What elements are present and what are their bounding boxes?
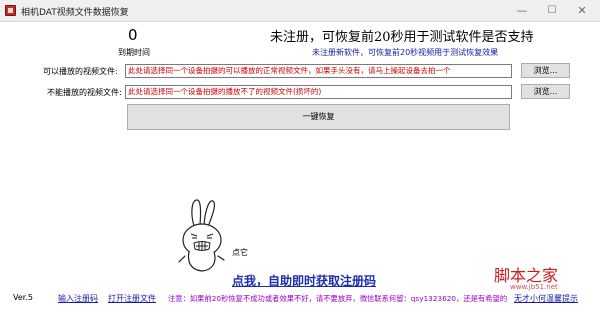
- mascot-caption: 点它: [232, 248, 248, 257]
- recovery-warning: 注意：如果前20秒恢复不成功或者效果不好，请不要放弃，微信联系何留：qsy132…: [168, 294, 508, 303]
- version-label: Ver.5: [13, 293, 33, 302]
- counter-value: 0: [128, 26, 138, 44]
- watermark-url: www.jb51.net: [510, 283, 558, 291]
- title-bar: 相机DAT视频文件数据恢复 — ☐ ✕: [0, 0, 600, 22]
- enter-code-link[interactable]: 输入注册码: [58, 293, 98, 304]
- app-icon: [5, 5, 16, 16]
- minimize-button[interactable]: —: [508, 0, 536, 22]
- playable-file-input[interactable]: 此处请选择同一个设备拍摄的可以播放的正常视频文件，如果手头没有，请马上操起设备去…: [125, 64, 512, 78]
- one-click-recover-button[interactable]: 一键恢复: [127, 104, 510, 130]
- get-registration-code-link[interactable]: 点我，自助即时获取注册码: [232, 272, 376, 289]
- close-button[interactable]: ✕: [568, 0, 596, 22]
- open-registration-file-link[interactable]: 打开注册文件: [108, 293, 156, 304]
- unplayable-file-label: 不能播放的视频文件:: [47, 88, 122, 97]
- unplayable-browse-button[interactable]: 浏览...: [521, 84, 570, 99]
- registration-headline: 未注册，可恢复前20秒用于测试软件是否支持: [270, 30, 534, 45]
- playable-browse-button[interactable]: 浏览...: [521, 63, 570, 78]
- unplayable-file-input[interactable]: 此处请选择同一个设备拍摄的播放不了的视频文件(损坏的): [125, 85, 512, 99]
- playable-file-label: 可以播放的视频文件:: [43, 67, 118, 76]
- countdown-label: 到期时间: [118, 48, 150, 57]
- maximize-button[interactable]: ☐: [538, 0, 566, 22]
- trial-notice: 未注册新软件，可恢复前20秒视频用于测试恢复效果: [312, 48, 499, 57]
- window-title: 相机DAT视频文件数据恢复: [21, 8, 129, 18]
- help-link[interactable]: 无才小何温馨提示: [514, 293, 578, 304]
- bunny-mascot-icon[interactable]: [172, 196, 232, 278]
